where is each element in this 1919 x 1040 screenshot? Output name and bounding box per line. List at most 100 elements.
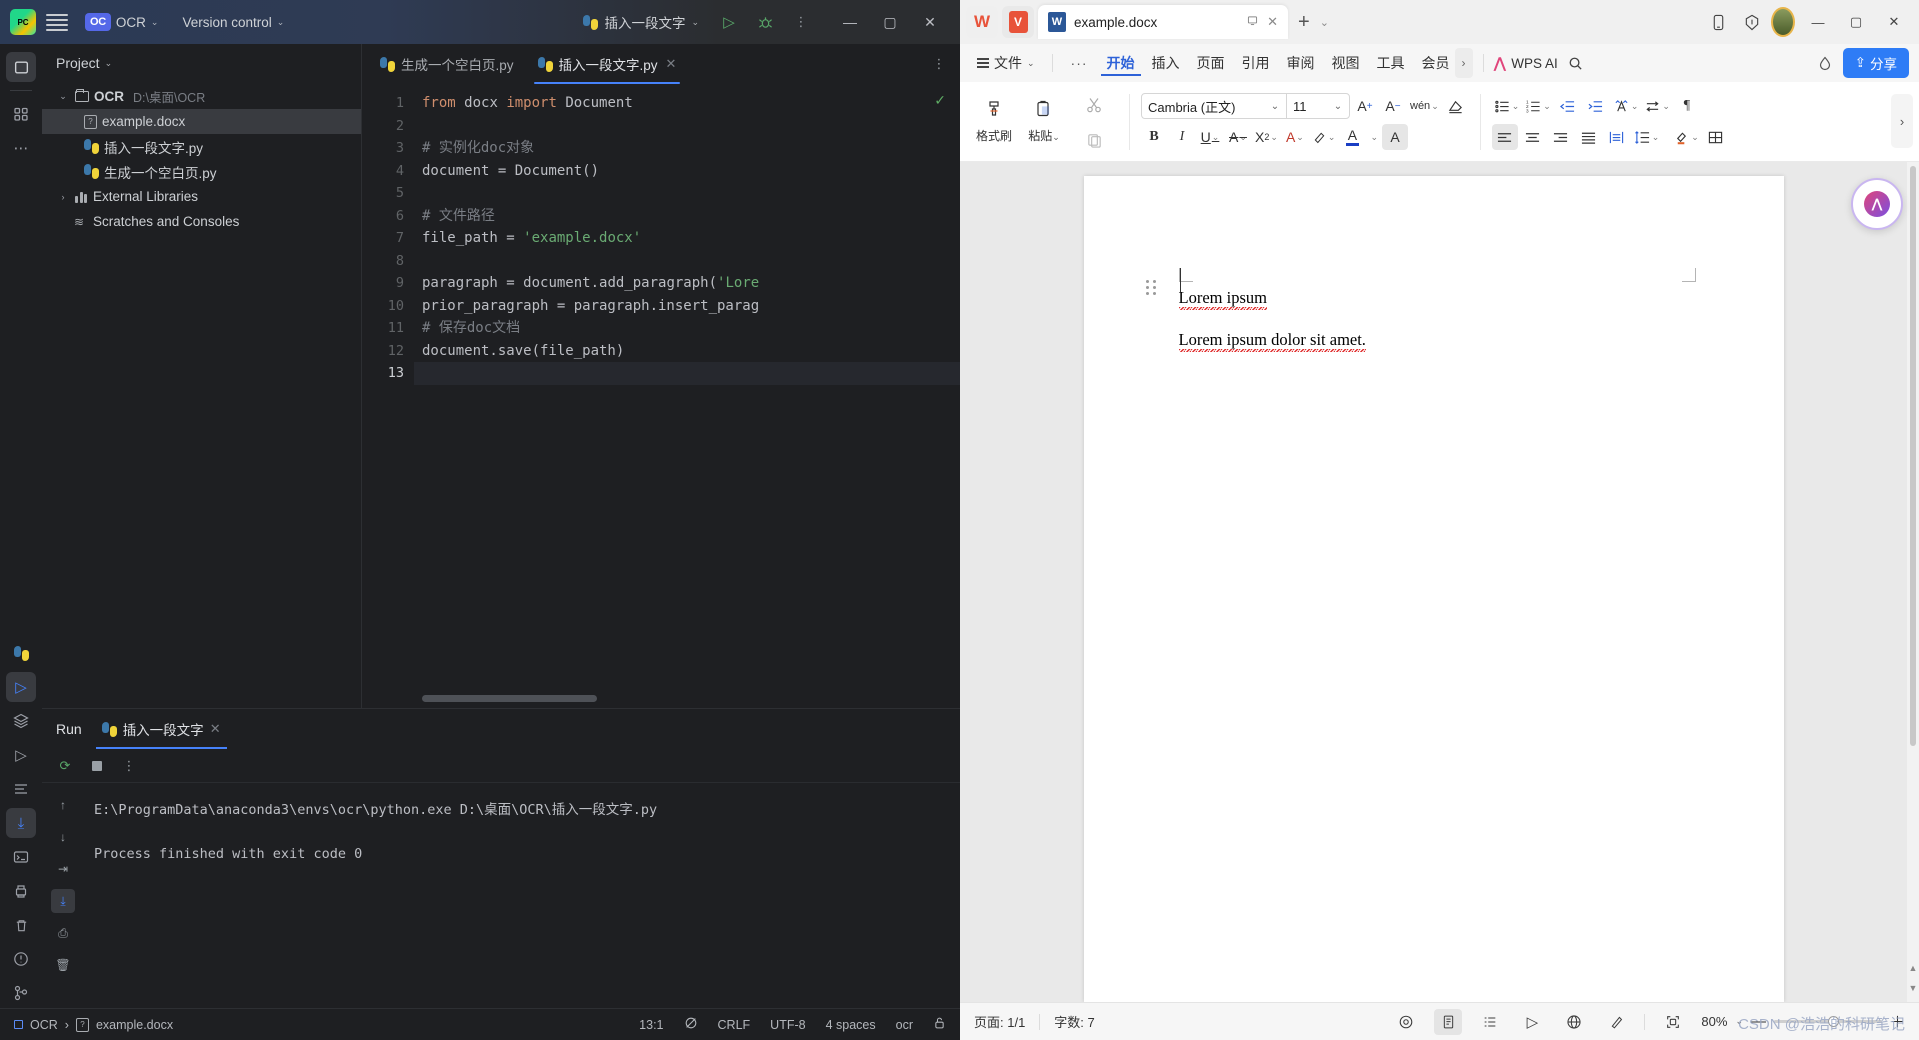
sidebar-item-more[interactable]: ⋯	[6, 133, 36, 163]
text-effects-icon[interactable]: A ⌄	[1282, 124, 1308, 150]
tree-item-external-libraries[interactable]: › External Libraries	[42, 184, 361, 209]
chevron-down-icon[interactable]: ⌄	[1320, 16, 1329, 29]
code-editor[interactable]: 1 2 3 4 5 6 7 8 9 10 11 12 13 from docx …	[362, 84, 960, 708]
annotate-icon[interactable]	[1602, 1009, 1630, 1035]
code-line[interactable]: # 实例化doc对象	[422, 137, 960, 160]
document-vertical-scrollbar[interactable]: ▲ ▼	[1907, 162, 1919, 1002]
show-marks-icon[interactable]: ¶	[1674, 93, 1700, 119]
fit-page-icon[interactable]	[1659, 1009, 1687, 1035]
code-line[interactable]	[422, 115, 960, 138]
sidebar-item-vcs[interactable]	[6, 978, 36, 1008]
numbered-list-icon[interactable]: 1 2 3 ⌄	[1523, 93, 1553, 119]
font-color-dropdown-icon[interactable]: ⌄	[1367, 124, 1380, 150]
zoom-in-icon[interactable]: ＋	[1890, 1011, 1905, 1032]
tabs-scroll-right-icon[interactable]: ›	[1454, 48, 1473, 78]
sidebar-item-scroll-end[interactable]: ⤓	[6, 808, 36, 838]
cloud-sync-icon[interactable]	[1737, 7, 1767, 37]
minimize-icon[interactable]: —	[830, 4, 870, 40]
scroll-up-icon[interactable]: ↑	[51, 793, 75, 817]
rerun-icon[interactable]: ⟳	[54, 755, 76, 777]
collaboration-icon[interactable]	[1812, 50, 1838, 76]
tree-item-blank-page-py[interactable]: 生成一个空白页.py	[42, 159, 361, 184]
font-family-select[interactable]: Cambria (正文) ⌄ 11 ⌄	[1141, 93, 1350, 119]
strikethrough-icon[interactable]: A ⌄	[1225, 124, 1251, 150]
status-caret-position[interactable]: 13:1	[639, 1018, 663, 1032]
bullet-list-icon[interactable]: ⌄	[1492, 93, 1522, 119]
mobile-transfer-icon[interactable]	[1703, 7, 1733, 37]
tab-reference[interactable]: 引用	[1236, 50, 1276, 76]
decrease-indent-icon[interactable]	[1555, 93, 1581, 119]
code-line[interactable]	[422, 182, 960, 205]
superscript-icon[interactable]: X 2 ⌄	[1253, 124, 1280, 150]
tab-tools[interactable]: 工具	[1371, 50, 1411, 76]
sidebar-item-python-console[interactable]	[6, 638, 36, 668]
increase-indent-icon[interactable]	[1583, 93, 1609, 119]
more-options-icon[interactable]: ⋮	[118, 755, 140, 777]
tree-item-ocr[interactable]: ⌄ OCR D:\桌面\OCR	[42, 84, 361, 109]
tab-insert[interactable]: 插入	[1146, 50, 1186, 76]
eye-protection-icon[interactable]	[1392, 1009, 1420, 1035]
editor-tab-blank-page[interactable]: 生成一个空白页.py	[368, 44, 526, 84]
format-painter-button[interactable]: 格式刷	[970, 90, 1018, 154]
paste-button[interactable]: 粘贴⌄	[1020, 90, 1068, 154]
status-interpreter[interactable]: ocr	[896, 1018, 913, 1032]
new-tab-icon[interactable]: +	[1292, 11, 1316, 34]
scroll-page-up-icon[interactable]: ▲	[1909, 963, 1918, 973]
word-count-label[interactable]: 字数: 7	[1054, 1012, 1094, 1031]
sidebar-item-terminal[interactable]	[6, 842, 36, 872]
clear-all-icon[interactable]: 🗑	[51, 953, 75, 977]
outline-view-icon[interactable]	[1476, 1009, 1504, 1035]
user-avatar[interactable]	[1771, 7, 1795, 37]
code-line[interactable]: file_path = 'example.docx'	[422, 227, 960, 250]
stop-icon[interactable]	[86, 755, 108, 777]
project-panel-header[interactable]: Project ⌄	[42, 44, 361, 82]
restore-tab-icon[interactable]	[1246, 14, 1259, 30]
ribbon-expand-icon[interactable]: ›	[1891, 94, 1913, 148]
more-options-icon[interactable]: ⋮	[788, 9, 814, 35]
sort-icon[interactable]: ⌄	[1642, 93, 1672, 119]
clear-formatting-icon[interactable]	[1443, 93, 1469, 119]
print-icon[interactable]: ⎙	[51, 921, 75, 945]
document-paragraph-2[interactable]: Lorem ipsum dolor sit amet.	[1178, 330, 1366, 352]
tab-view[interactable]: 视图	[1326, 50, 1366, 76]
sidebar-item-delete[interactable]	[6, 910, 36, 940]
sidebar-item-problems[interactable]	[6, 774, 36, 804]
status-encoding[interactable]: UTF-8	[770, 1018, 805, 1032]
maximize-icon[interactable]: ▢	[1837, 4, 1875, 40]
bold-icon[interactable]: B	[1141, 124, 1167, 150]
zoom-slider-track[interactable]	[1773, 1016, 1882, 1027]
search-icon[interactable]	[1563, 50, 1589, 76]
decrease-font-size-icon[interactable]: A −	[1380, 93, 1406, 119]
tab-start[interactable]: 开始	[1100, 50, 1141, 76]
code-line[interactable]	[414, 362, 960, 385]
zoom-out-icon[interactable]: —	[1751, 1013, 1766, 1030]
tree-item-insert-text-py[interactable]: 插入一段文字.py	[42, 134, 361, 159]
run-icon[interactable]: ▷	[716, 9, 742, 35]
sidebar-item-services[interactable]	[6, 706, 36, 736]
document-paragraph-1[interactable]: Lorem ipsum	[1178, 288, 1267, 310]
code-line[interactable]: prior_paragraph = paragraph.insert_parag	[422, 295, 960, 318]
scroll-page-down-icon[interactable]: ▼	[1909, 983, 1918, 993]
align-left-icon[interactable]	[1491, 124, 1518, 150]
justify-icon[interactable]	[1576, 124, 1602, 150]
code-line[interactable]	[422, 250, 960, 273]
close-icon[interactable]: ✕	[910, 4, 950, 40]
inspections-icon[interactable]	[684, 1016, 698, 1033]
sidebar-item-run[interactable]: ▷	[6, 672, 36, 702]
wps-pdf-icon[interactable]: V	[1002, 6, 1034, 38]
code-line[interactable]: document = Document()	[422, 160, 960, 183]
document-scroll-area[interactable]: Lorem ipsum Lorem ipsum dolor sit amet.	[960, 162, 1907, 1002]
increase-font-size-icon[interactable]: A +	[1352, 93, 1378, 119]
sidebar-item-project[interactable]	[6, 52, 36, 82]
close-icon[interactable]: ✕	[666, 56, 677, 72]
distribute-icon[interactable]	[1604, 124, 1630, 150]
web-view-icon[interactable]	[1560, 1009, 1588, 1035]
wps-ai-floating-button[interactable]: ⋀	[1851, 178, 1903, 230]
underline-icon[interactable]: U ⌄	[1197, 124, 1223, 150]
chevron-down-icon[interactable]: ⌄	[56, 91, 70, 102]
scroll-to-end-icon[interactable]: ⤓	[51, 889, 75, 913]
page-layout-view-icon[interactable]	[1434, 1008, 1463, 1035]
tree-item-example-docx[interactable]: ? example.docx	[42, 109, 361, 134]
text-direction-icon[interactable]: ⌄	[1611, 93, 1641, 119]
page-count-label[interactable]: 页面: 1/1	[974, 1012, 1025, 1031]
